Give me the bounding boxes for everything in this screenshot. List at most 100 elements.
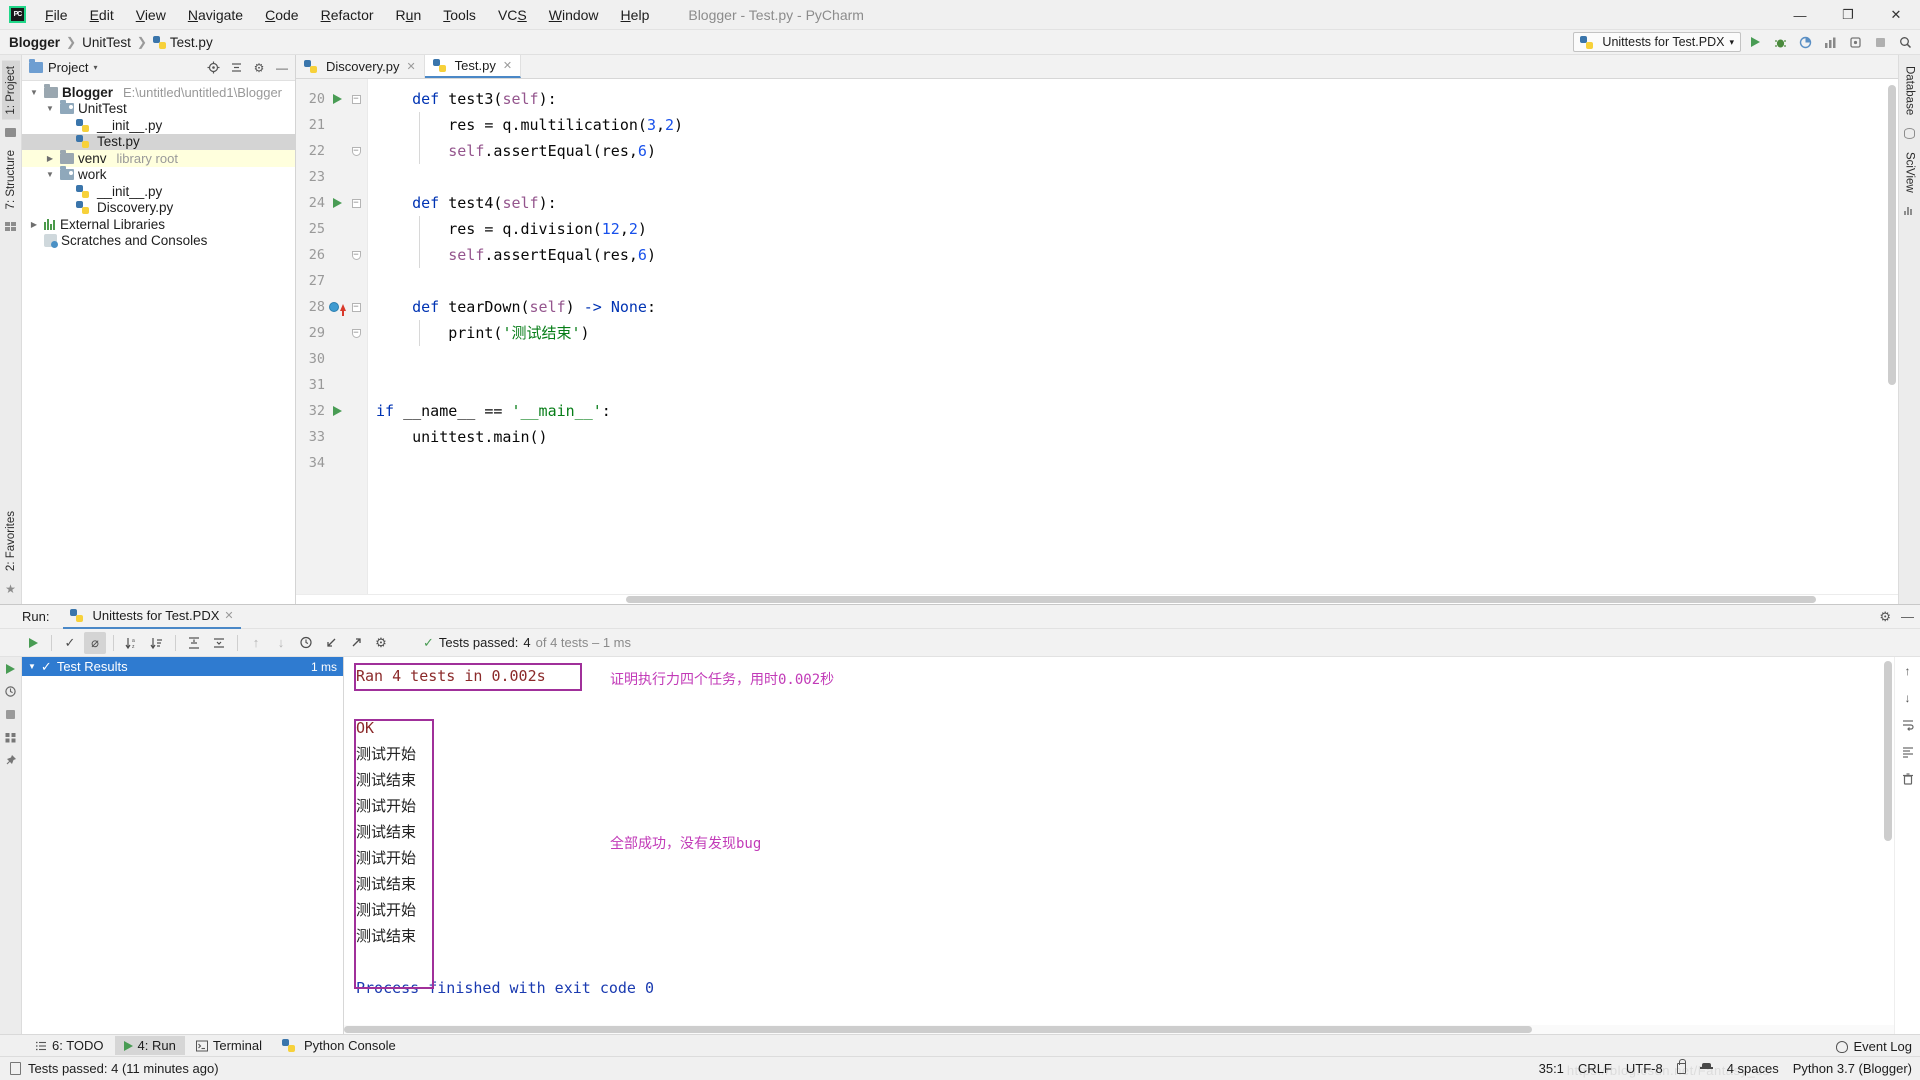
gear-icon[interactable]: ⚙ — [1879, 609, 1891, 625]
tree-row[interactable]: __init__.py — [22, 117, 295, 134]
hide-panel-icon[interactable]: — — [273, 59, 291, 77]
tree-row[interactable]: Discovery.py — [22, 200, 295, 217]
menu-refactor[interactable]: Refactor — [310, 3, 385, 27]
gutter-line[interactable]: 31 — [296, 372, 367, 398]
console-vertical-scrollbar[interactable] — [1882, 657, 1894, 1034]
profile-button[interactable] — [1819, 32, 1841, 52]
tree-row[interactable]: Test.py — [22, 133, 295, 150]
editor-tab-test[interactable]: Test.py ✕ — [424, 55, 522, 78]
code-content[interactable]: def test3(self): res = q.multilication(3… — [368, 79, 1898, 594]
dump-threads-icon[interactable] — [3, 730, 18, 745]
gutter-line[interactable]: 23 — [296, 164, 367, 190]
tree-row[interactable]: __init__.py — [22, 183, 295, 200]
fold-marker-icon[interactable]: − — [346, 250, 366, 260]
close-icon[interactable]: ✕ — [224, 609, 233, 622]
lock-icon[interactable] — [1676, 1059, 1686, 1074]
run-configuration-selector[interactable]: Unittests for Test.PDX ▾ — [1573, 32, 1741, 52]
tree-row[interactable]: ▶ External Libraries — [22, 216, 295, 233]
chevron-down-icon[interactable]: ▼ — [28, 662, 36, 671]
gutter-line[interactable]: 34 — [296, 450, 367, 476]
test-results-tree[interactable]: ▼ ✓ Test Results 1 ms — [22, 657, 344, 1034]
gutter-line[interactable]: 27 — [296, 268, 367, 294]
tree-row[interactable]: ▼ work — [22, 166, 295, 184]
close-icon[interactable]: ✕ — [503, 59, 512, 72]
soft-wrap-icon[interactable] — [1900, 717, 1915, 732]
run-with-coverage-button[interactable] — [1794, 32, 1816, 52]
attach-process-button[interactable] — [1844, 32, 1866, 52]
history-side-icon[interactable] — [3, 684, 18, 699]
breakpoint-icon[interactable] — [328, 302, 346, 316]
indent-setting[interactable]: 4 spaces — [1727, 1061, 1779, 1076]
minimize-button[interactable]: — — [1776, 0, 1824, 30]
scroll-to-end-icon[interactable] — [1900, 744, 1915, 759]
show-passed-button[interactable]: ✓ — [59, 632, 81, 654]
next-failed-button[interactable]: ↓ — [270, 632, 292, 654]
editor-area[interactable]: 20 − 21 22 − 23 24 − 25 26 − 27 28 − 29 − 30 31 32 33 34 def… — [296, 79, 1898, 594]
collapse-all-button[interactable] — [208, 632, 230, 654]
import-tests-button[interactable] — [320, 632, 342, 654]
menu-navigate[interactable]: Navigate — [177, 3, 254, 27]
sidebar-tab-sciview[interactable]: SciView — [1901, 147, 1919, 198]
menu-vcs[interactable]: VCS — [487, 3, 538, 27]
python-interpreter[interactable]: Python 3.7 (Blogger) — [1793, 1061, 1912, 1076]
fold-marker-icon[interactable]: − — [346, 146, 366, 156]
gutter-line[interactable]: 30 — [296, 346, 367, 372]
chevron-right-icon[interactable]: ▶ — [28, 220, 40, 229]
trash-icon[interactable] — [1900, 771, 1915, 786]
gutter-line[interactable]: 32 — [296, 398, 367, 424]
chevron-down-icon[interactable]: ▼ — [44, 170, 56, 179]
sort-by-duration-button[interactable] — [146, 632, 168, 654]
hide-ignored-button[interactable]: ⌀ — [84, 631, 106, 654]
editor-tab-discovery[interactable]: Discovery.py ✕ — [296, 55, 425, 78]
close-button[interactable]: ✕ — [1872, 0, 1920, 30]
fold-marker-icon[interactable]: − — [346, 94, 366, 104]
run-console-output[interactable]: Ran 4 tests in 0.002s OK 测试开始 测试结束 测试开始 测试结束测… — [344, 657, 1894, 1034]
gutter-line[interactable]: 22 − — [296, 138, 367, 164]
gutter-line[interactable]: 25 — [296, 216, 367, 242]
line-separator[interactable]: CRLF — [1578, 1061, 1612, 1076]
previous-failed-button[interactable]: ↑ — [245, 632, 267, 654]
tree-row[interactable]: Scratches and Consoles — [22, 233, 295, 250]
run-test-icon[interactable] — [328, 198, 346, 208]
test-results-root-row[interactable]: ▼ ✓ Test Results 1 ms — [22, 657, 343, 676]
hide-panel-icon[interactable]: — — [1901, 609, 1914, 624]
editor-vertical-scrollbar[interactable] — [1886, 79, 1898, 594]
gutter-line[interactable]: 28 − — [296, 294, 367, 320]
console-horizontal-scrollbar[interactable] — [344, 1025, 1894, 1034]
chevron-down-icon[interactable]: ▾ — [93, 63, 97, 72]
sidebar-tab-database[interactable]: Database — [1901, 61, 1919, 120]
gutter-line[interactable]: 21 — [296, 112, 367, 138]
rerun-button[interactable] — [22, 632, 44, 654]
tool-window-python-console[interactable]: Python Console — [273, 1036, 405, 1055]
menu-edit[interactable]: Edit — [79, 3, 125, 27]
pin-tab-icon[interactable] — [3, 753, 18, 768]
gutter-line[interactable]: 24 − — [296, 190, 367, 216]
tree-row[interactable]: ▶ venv library root — [22, 149, 295, 167]
fold-marker-icon[interactable]: − — [346, 328, 366, 338]
expand-all-button[interactable] — [183, 632, 205, 654]
scroll-down-icon[interactable]: ↓ — [1900, 690, 1915, 705]
sidebar-tab-project[interactable]: 1: Project — [1, 61, 20, 120]
tree-row[interactable]: ▼ Blogger E:\untitled\untitled1\Blogger — [22, 83, 295, 101]
debug-button[interactable] — [1769, 32, 1791, 52]
gutter-line[interactable]: 26 − — [296, 242, 367, 268]
chevron-right-icon[interactable]: ▶ — [44, 154, 56, 163]
fold-marker-icon[interactable]: − — [346, 302, 366, 312]
sidebar-tab-structure[interactable]: 7: Structure — [2, 145, 20, 214]
test-history-button[interactable] — [295, 632, 317, 654]
maximize-button[interactable]: ❐ — [1824, 0, 1872, 30]
locate-file-icon[interactable] — [204, 59, 222, 77]
menu-help[interactable]: Help — [610, 3, 661, 27]
breadcrumb-item-package[interactable]: UnitTest — [82, 35, 131, 50]
run-test-icon[interactable] — [328, 94, 346, 104]
gear-icon[interactable]: ⚙ — [250, 59, 268, 77]
run-button[interactable] — [1744, 32, 1766, 52]
run-tab-unittests[interactable]: Unittests for Test.PDX ✕ — [63, 605, 241, 629]
breadcrumb-item-project[interactable]: Blogger — [9, 35, 60, 50]
menu-tools[interactable]: Tools — [432, 3, 487, 27]
export-tests-button[interactable] — [345, 632, 367, 654]
menu-code[interactable]: Code — [254, 3, 309, 27]
chevron-down-icon[interactable]: ▼ — [28, 88, 40, 97]
hector-icon[interactable] — [1699, 1063, 1713, 1074]
menu-file[interactable]: FFileile — [34, 3, 79, 27]
